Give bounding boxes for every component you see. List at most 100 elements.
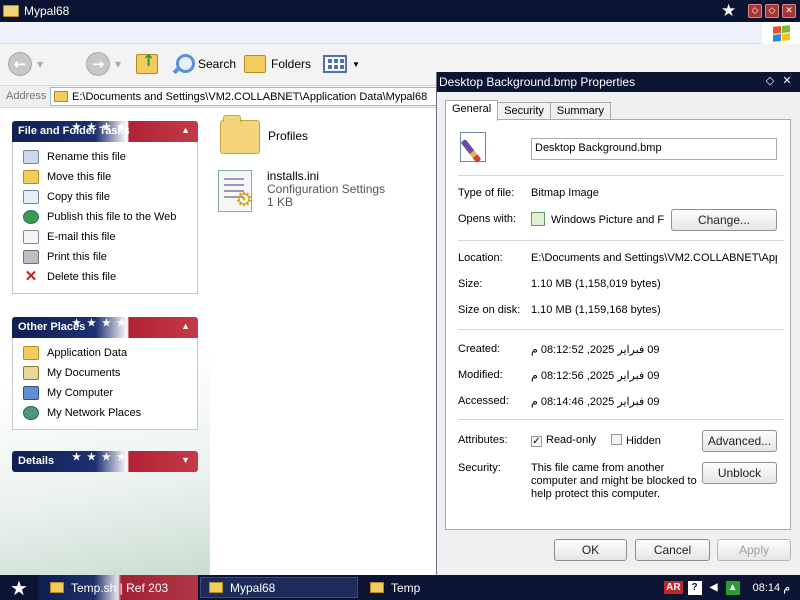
ok-button[interactable]: OK — [554, 539, 627, 561]
browser-icon — [50, 582, 64, 593]
properties-dialog: Desktop Background.bmp Properties ◇ ✕ Ge… — [436, 72, 800, 575]
task-label: E-mail this file — [47, 231, 116, 243]
back-dropdown-icon[interactable]: ▼ — [37, 60, 43, 69]
cancel-button[interactable]: Cancel — [635, 539, 710, 561]
opens-with-text: Windows Picture and F — [551, 214, 665, 226]
stars-decoration: ★★★★ — [72, 318, 132, 329]
place-my-documents[interactable]: My Documents — [23, 363, 197, 383]
location-label: Location: — [458, 252, 503, 264]
delete-icon: ✕ — [24, 268, 38, 285]
file-tasks-header[interactable]: File and Folder Tasks ★★★★ ▲ — [12, 121, 198, 142]
my-documents-icon — [23, 366, 39, 380]
picture-viewer-icon — [531, 212, 545, 226]
delete-file-link[interactable]: ✕ Delete this file — [23, 267, 197, 287]
type-value: Bitmap Image — [531, 187, 599, 199]
views-dropdown-icon: ▼ — [352, 59, 360, 69]
other-places-header[interactable]: Other Places ★★★★ ▲ — [12, 317, 198, 338]
taskbar-item-tempsh[interactable]: Temp.sh | Ref 203 — [42, 577, 197, 598]
file-item-installs-ini[interactable]: installs.ini Configuration Settings 1 KB — [218, 170, 385, 212]
bitmap-file-icon — [460, 132, 490, 164]
change-button[interactable]: Change... — [671, 209, 777, 231]
stars-decoration: ★★★★ — [72, 452, 132, 463]
forward-dropdown-icon[interactable]: ▼ — [115, 60, 121, 69]
tab-general[interactable]: General — [445, 100, 499, 121]
maximize-button[interactable]: ◇ — [765, 4, 779, 18]
place-my-computer[interactable]: My Computer — [23, 383, 197, 403]
menubar — [0, 22, 800, 44]
task-label: Mypal68 — [230, 580, 276, 595]
explorer-titlebar[interactable]: Mypal68 ★ ◇ ◇ ✕ — [0, 0, 800, 22]
apply-button[interactable]: Apply — [717, 539, 791, 561]
unblock-button[interactable]: Unblock — [702, 462, 777, 484]
copy-file-link[interactable]: Copy this file — [23, 187, 197, 207]
created-label: Created: — [458, 343, 501, 355]
task-label: Move this file — [47, 171, 112, 183]
hidden-label: Hidden — [626, 435, 661, 447]
file-tasks-panel: File and Folder Tasks ★★★★ ▲ Rename this… — [12, 121, 198, 294]
security-text: This file came from another computer and… — [531, 462, 697, 500]
taskbar-item-temp[interactable]: Temp — [362, 577, 512, 598]
file-name: Profiles — [268, 129, 309, 143]
network-tray-icon[interactable]: ▲ — [725, 580, 740, 595]
tab-strip: General Security Summary — [445, 100, 611, 121]
computer-icon — [23, 386, 39, 400]
move-file-link[interactable]: Move this file — [23, 167, 197, 187]
place-my-network[interactable]: My Network Places — [23, 403, 197, 423]
print-file-link[interactable]: Print this file — [23, 247, 197, 267]
place-application-data[interactable]: Application Data — [23, 343, 197, 363]
tab-summary[interactable]: Summary — [549, 102, 611, 120]
globe-icon — [23, 210, 39, 224]
task-label: Print this file — [47, 251, 107, 263]
task-label: Rename this file — [47, 151, 126, 163]
general-tab-panel: Desktop Background.bmp Type of file: Bit… — [445, 119, 791, 530]
readonly-checkbox[interactable]: ✓ Read-only — [531, 434, 596, 447]
accessed-value: 09 فبراير 2025, 08:14:46 م — [531, 396, 660, 408]
sound-icon[interactable]: ◀ — [706, 580, 721, 595]
details-panel: Details ★★★★ ▼ — [12, 451, 198, 472]
details-header[interactable]: Details ★★★★ ▼ — [12, 451, 198, 472]
place-label: My Computer — [47, 387, 114, 399]
email-file-link[interactable]: E-mail this file — [23, 227, 197, 247]
advanced-button[interactable]: Advanced... — [702, 430, 777, 452]
file-name-input[interactable]: Desktop Background.bmp — [531, 138, 777, 160]
chevron-down-icon[interactable]: ▼ — [181, 455, 190, 465]
publish-file-link[interactable]: Publish this file to the Web — [23, 207, 197, 227]
up-folder-button[interactable] — [136, 51, 158, 74]
separator — [458, 175, 784, 176]
address-input[interactable]: E:\Documents and Settings\VM2.COLLABNET\… — [50, 87, 450, 106]
language-indicator[interactable]: AR — [664, 581, 683, 594]
close-button[interactable]: ✕ — [782, 4, 796, 18]
place-label: My Documents — [47, 367, 121, 379]
tab-security[interactable]: Security — [497, 102, 551, 120]
hidden-checkbox[interactable]: Hidden — [611, 434, 661, 447]
start-button[interactable]: ★ — [0, 575, 38, 600]
help-button[interactable]: ◇ — [763, 75, 777, 89]
search-label: Search — [198, 57, 237, 71]
size-on-disk-label: Size on disk: — [458, 304, 521, 316]
file-size: 1 KB — [267, 195, 294, 209]
email-icon — [23, 230, 39, 244]
taskbar-item-mypal68[interactable]: Mypal68 — [200, 577, 358, 598]
task-label: Publish this file to the Web — [47, 211, 177, 223]
forward-button[interactable]: → — [86, 52, 110, 76]
dialog-titlebar[interactable]: Desktop Background.bmp Properties ◇ ✕ — [437, 72, 800, 92]
dialog-close-button[interactable]: ✕ — [780, 75, 794, 89]
accessed-label: Accessed: — [458, 395, 509, 407]
chevron-up-icon[interactable]: ▲ — [181, 321, 190, 331]
help-icon[interactable]: ? — [687, 580, 702, 595]
windows-logo-icon — [762, 22, 800, 44]
back-button[interactable]: ← — [8, 52, 32, 76]
star-icon: ★ — [721, 1, 737, 21]
separator — [458, 329, 784, 330]
opens-with-value: Windows Picture and F — [531, 212, 669, 226]
folder-icon — [220, 115, 260, 154]
minimize-button[interactable]: ◇ — [748, 4, 762, 18]
task-label: Temp — [391, 580, 421, 595]
views-button[interactable]: ▼ — [323, 55, 360, 73]
security-label: Security: — [458, 462, 501, 474]
search-button[interactable]: Search — [171, 53, 236, 75]
folders-button[interactable]: Folders — [244, 55, 311, 73]
rename-file-link[interactable]: Rename this file — [23, 147, 197, 167]
chevron-up-icon[interactable]: ▲ — [181, 125, 190, 135]
file-item-profiles[interactable]: Profiles — [220, 115, 309, 154]
